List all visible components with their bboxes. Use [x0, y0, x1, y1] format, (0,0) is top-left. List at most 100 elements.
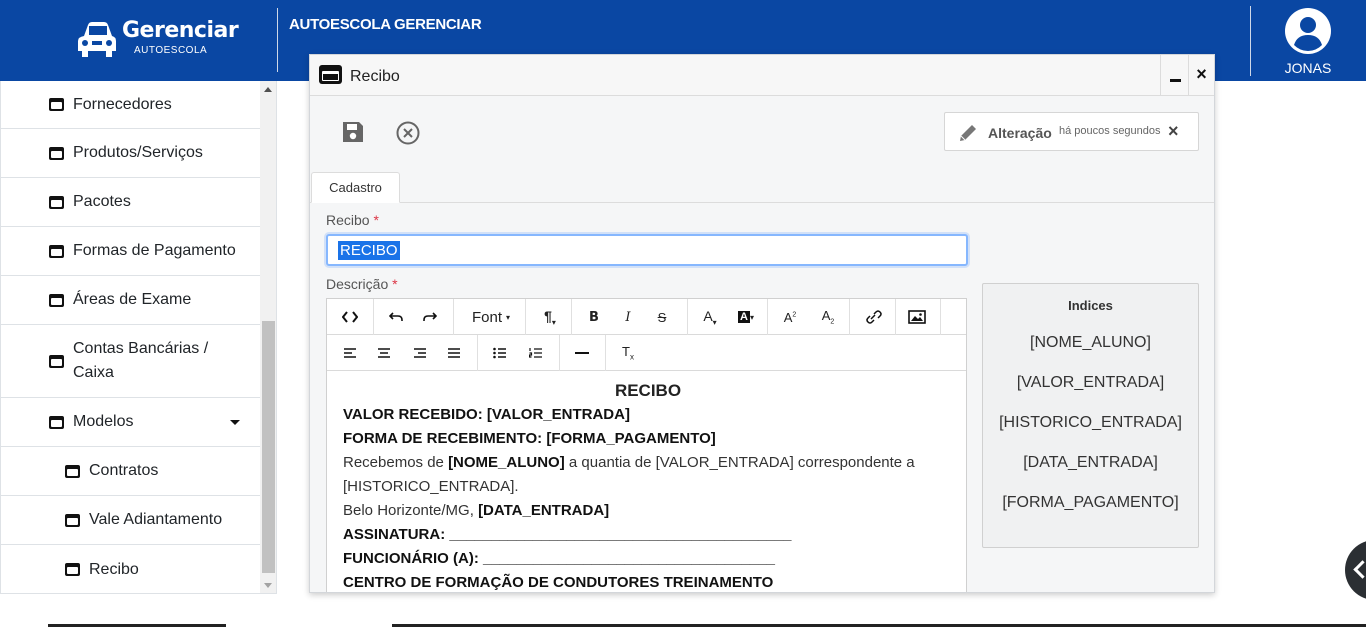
scrollbar-thumb[interactable] [262, 321, 275, 573]
indices-panel: Indices [NOME_ALUNO] [VALOR_ENTRADA] [HI… [982, 283, 1199, 548]
image-icon [908, 310, 926, 324]
dialog-titlebar[interactable]: Recibo × [310, 55, 1214, 96]
italic-icon: I [625, 309, 631, 325]
window-icon [65, 513, 80, 527]
index-item-valor-entrada[interactable]: [VALOR_ENTRADA] [983, 374, 1198, 392]
app-logo[interactable]: Gerenciar AUTOESCOLA [76, 18, 239, 60]
window-icon [65, 464, 80, 478]
car-icon [78, 22, 116, 57]
sidebar-item-vale-adiantamento[interactable]: Vale Adiantamento [1, 496, 260, 545]
sidebar-item-fornecedores[interactable]: Fornecedores [1, 81, 260, 129]
content-line: FORMA DE RECEBIMENTO: [FORMA_PAGAMENTO] [343, 430, 716, 447]
required-mark: * [392, 276, 398, 292]
sidebar-item-label: Recibo [89, 560, 139, 578]
change-time: há poucos segundos [1059, 125, 1161, 137]
minimize-button[interactable] [1160, 55, 1188, 96]
index-item-nome-aluno[interactable]: [NOME_ALUNO] [983, 334, 1198, 352]
insert-image-button[interactable] [899, 299, 935, 335]
highlight-color-icon: A [738, 311, 750, 323]
sidebar-item-contratos[interactable]: Contratos [1, 447, 260, 496]
recibo-field-label: Recibo * [326, 212, 379, 228]
horizontal-rule-button[interactable] [565, 335, 599, 371]
editor-content[interactable]: RECIBO VALOR RECEBIDO: [VALOR_ENTRADA] F… [343, 379, 953, 592]
content-line: FUNCIONÁRIO (A): _______________________… [343, 550, 775, 567]
index-item-historico-entrada[interactable]: [HISTORICO_ENTRADA] [983, 414, 1198, 432]
save-icon[interactable] [340, 119, 366, 145]
user-avatar-icon[interactable] [1285, 8, 1331, 54]
sidebar-item-contas-bancarias[interactable]: Contas Bancárias / Caixa [1, 325, 260, 398]
bold-button[interactable]: B [577, 299, 611, 335]
superscript-icon: A2 [783, 309, 797, 325]
sidebar-item-label: Formas de Pagamento [73, 242, 236, 259]
content-line: Belo Horizonte/MG, [DATA_ENTRADA] [343, 502, 610, 519]
highlight-color-button[interactable]: A ▾ [729, 299, 763, 335]
descricao-label-text: Descrição [326, 276, 389, 292]
change-label: Alteração [988, 125, 1052, 141]
cancel-icon[interactable] [395, 120, 421, 146]
link-button[interactable] [855, 299, 893, 335]
align-right-button[interactable] [403, 335, 437, 371]
bullet-list-button[interactable] [483, 335, 517, 371]
font-dropdown[interactable]: Font ▾ [459, 299, 523, 335]
superscript-button[interactable]: A2 [773, 299, 807, 335]
required-mark: * [373, 212, 379, 228]
sidebar-item-label: Contratos [89, 462, 159, 479]
dialog-title: Recibo [350, 68, 400, 85]
chevron-left-icon[interactable] [1345, 540, 1366, 600]
code-view-button[interactable] [331, 299, 369, 335]
window-icon [49, 98, 64, 111]
page-title: AUTOESCOLA GERENCIAR [289, 16, 482, 33]
scroll-up-arrow-icon[interactable] [264, 87, 272, 92]
bold-icon: B [589, 309, 599, 325]
align-center-button[interactable] [367, 335, 401, 371]
tab-cadastro[interactable]: Cadastro [311, 172, 400, 203]
sidebar-item-produtos-servicos[interactable]: Produtos/Serviços [1, 129, 260, 178]
sidebar: Fornecedores Produtos/Serviços Pacotes F… [0, 81, 277, 594]
align-justify-button[interactable] [437, 335, 471, 371]
content-line: VALOR RECEBIDO: [VALOR_ENTRADA] [343, 406, 630, 423]
window-icon [65, 563, 80, 576]
subscript-icon: A2 [821, 308, 835, 326]
user-name[interactable]: JONAS [1270, 60, 1346, 76]
paragraph-format-button[interactable]: ¶▾ [531, 299, 569, 335]
header-divider [1250, 6, 1251, 76]
index-item-forma-pagamento[interactable]: [FORMA_PAGAMENTO] [983, 494, 1198, 512]
align-left-button[interactable] [333, 335, 367, 371]
content-heading: RECIBO [614, 381, 682, 400]
italic-button[interactable]: I [611, 299, 645, 335]
numbered-list-button[interactable] [519, 335, 553, 371]
window-icon [319, 65, 342, 84]
redo-button[interactable] [413, 299, 447, 335]
clear-format-button[interactable]: Tx [611, 335, 645, 371]
sidebar-item-pacotes[interactable]: Pacotes [1, 178, 260, 227]
content-line: ASSINATURA: ____________________________… [343, 526, 792, 543]
tabs-divider [310, 202, 1214, 203]
sidebar-item-label: Modelos [73, 413, 134, 430]
content-line: CENTRO DE FORMAÇÃO DE CONDUTORES TREINAM… [343, 574, 774, 591]
strikethrough-button[interactable]: S [645, 299, 679, 335]
undo-button[interactable] [379, 299, 413, 335]
header-divider [277, 8, 278, 72]
sidebar-item-recibo[interactable]: Recibo [1, 545, 260, 593]
sidebar-scrollbar[interactable] [260, 81, 276, 593]
align-center-icon [378, 348, 390, 358]
font-color-button[interactable]: A▾ [693, 299, 727, 335]
recibo-input[interactable]: RECIBO [326, 234, 968, 266]
font-color-icon: A▾ [703, 307, 717, 327]
close-button[interactable]: × [1188, 55, 1214, 96]
window-icon [49, 415, 64, 429]
indices-title: Indices [1068, 298, 1113, 313]
index-item-data-entrada[interactable]: [DATA_ENTRADA] [983, 454, 1198, 472]
editor-toolbar-row-1: Font ▾ ¶▾ B I S A▾ A ▾ A2 A2 [327, 299, 966, 335]
sidebar-item-modelos[interactable]: Modelos [1, 398, 260, 447]
sidebar-item-areas-exame[interactable]: Áreas de Exame [1, 276, 260, 325]
rich-text-editor: Font ▾ ¶▾ B I S A▾ A ▾ A2 A2 Tx RECIBO V… [326, 298, 967, 592]
scroll-down-arrow-icon[interactable] [264, 583, 272, 588]
subscript-button[interactable]: A2 [811, 299, 845, 335]
recibo-label-text: Recibo [326, 212, 370, 228]
recibo-input-value: RECIBO [338, 241, 400, 260]
dismiss-notification-button[interactable]: × [1168, 121, 1179, 142]
window-icon [49, 244, 64, 258]
brand-subtitle: AUTOESCOLA [134, 45, 208, 56]
sidebar-item-formas-pagamento[interactable]: Formas de Pagamento [1, 227, 260, 276]
